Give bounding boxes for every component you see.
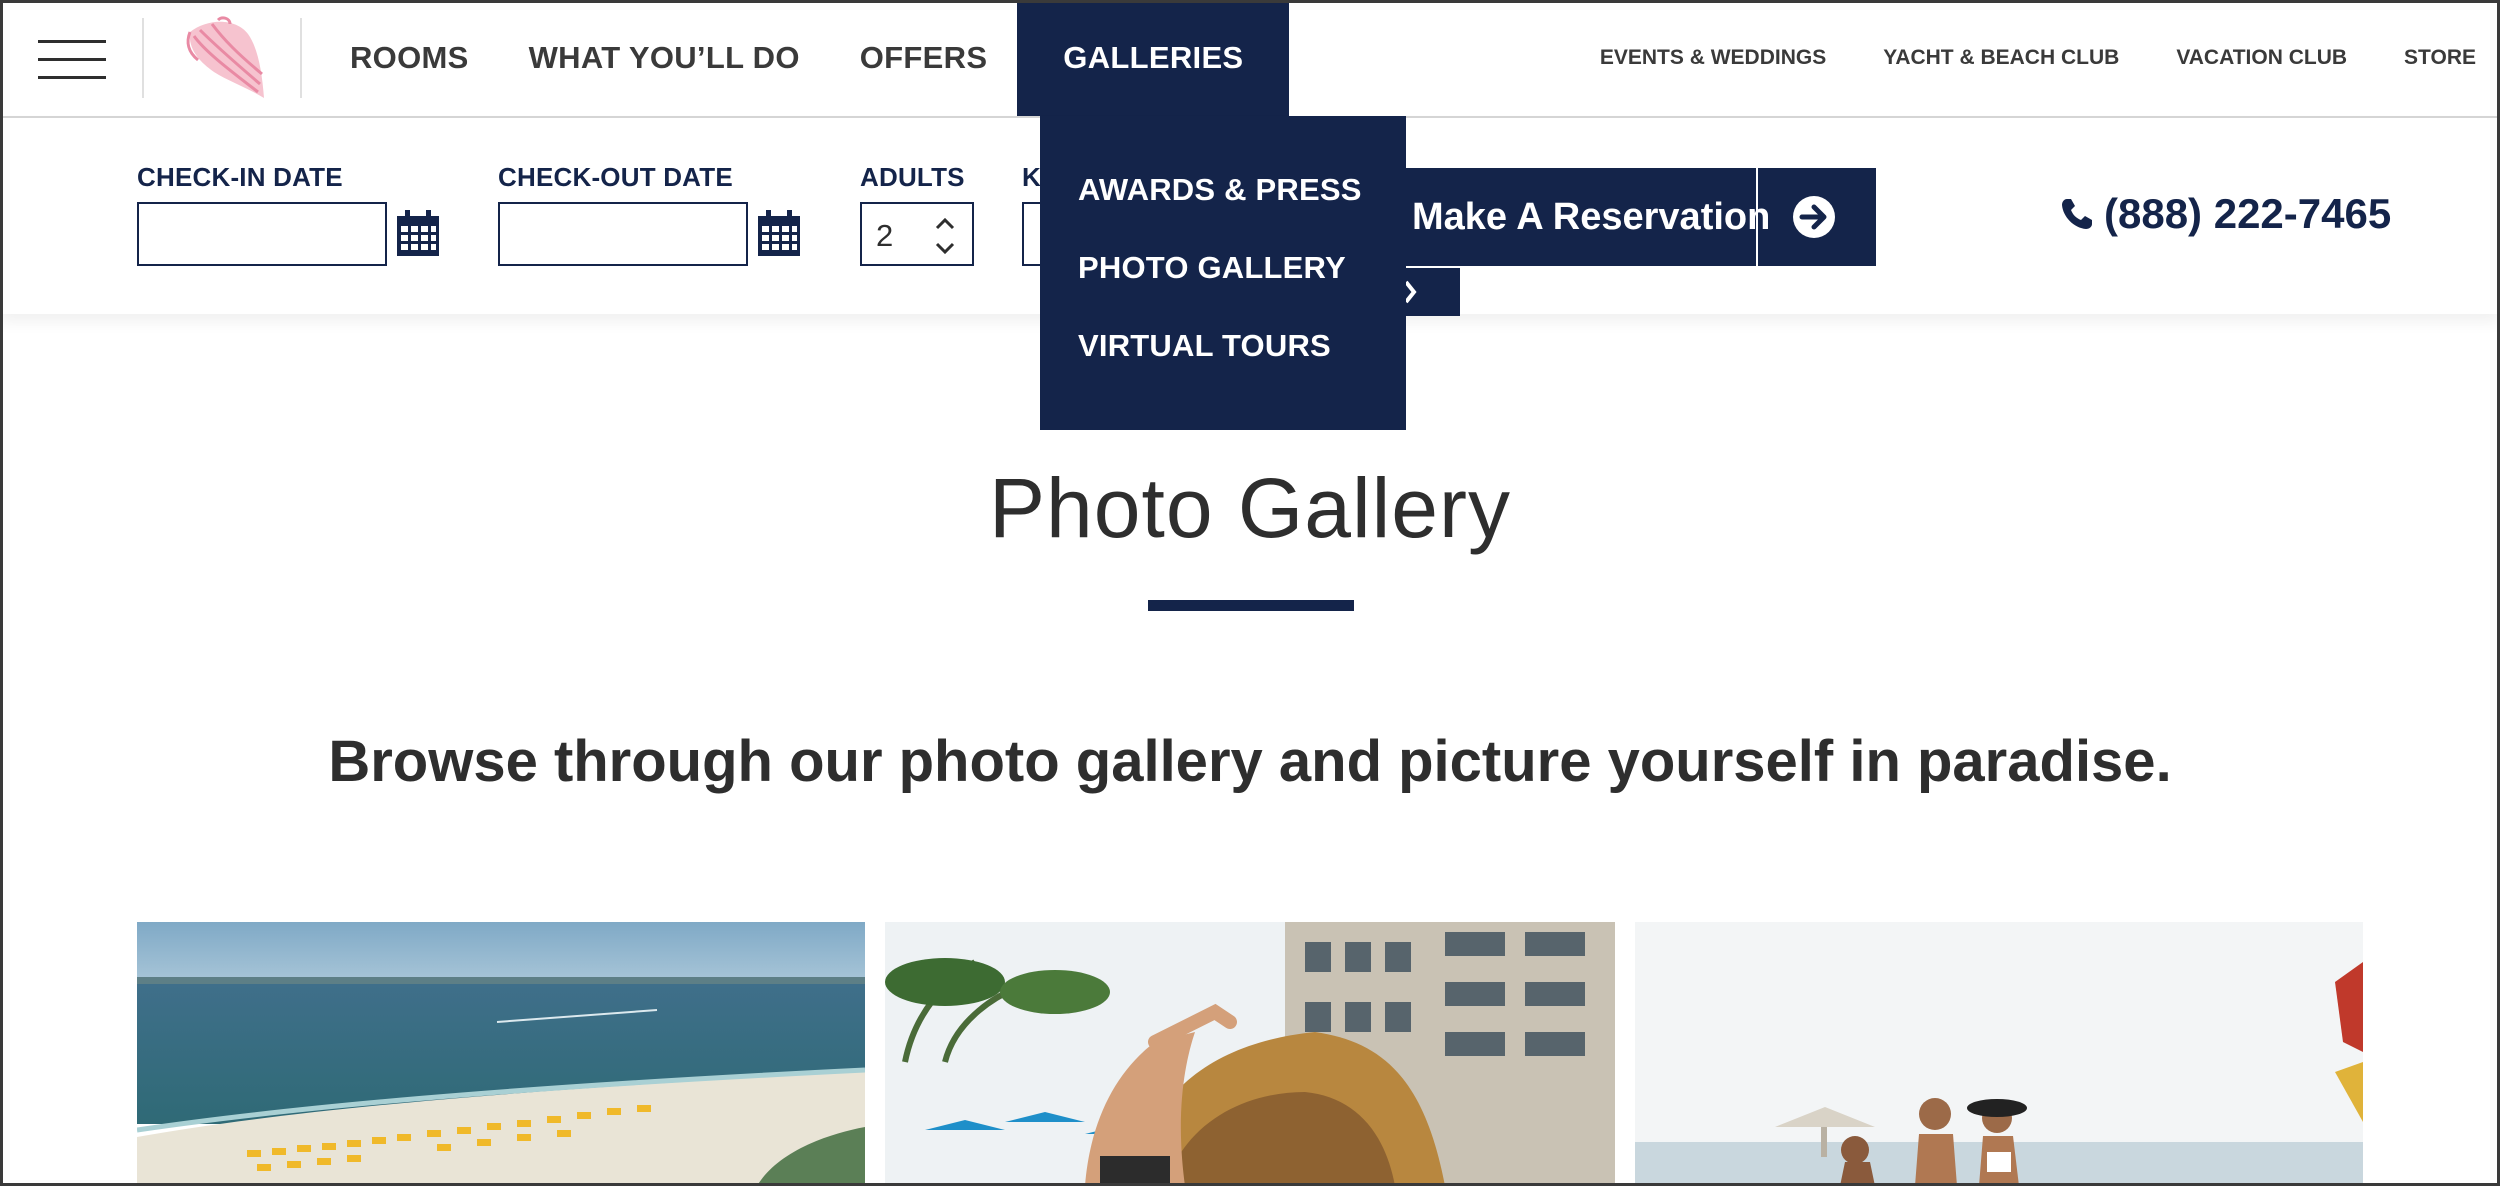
- galleries-dropdown: AWARDS & PRESS PHOTO GALLERY VIRTUAL TOU…: [1040, 116, 1406, 430]
- check-out-label: CHECK-OUT DATE: [498, 162, 733, 192]
- adults-field: ADULTS 2: [860, 162, 974, 266]
- reservation-label: Make A Reservation: [1412, 196, 1771, 238]
- phone-number: (888) 222-7465: [2104, 190, 2392, 237]
- check-in-field: CHECK-IN DATE: [137, 162, 439, 266]
- beach-friends-photo[interactable]: [1635, 922, 2363, 1186]
- calendar-icon[interactable]: [395, 208, 441, 258]
- header-divider: [300, 18, 302, 98]
- menu-photo-gallery[interactable]: PHOTO GALLERY: [1078, 250, 1406, 328]
- util-store[interactable]: STORE: [2404, 46, 2476, 70]
- check-in-label: CHECK-IN DATE: [137, 162, 343, 192]
- phone-icon: [2062, 199, 2092, 229]
- arrow-circle-right-icon: [1793, 196, 1835, 238]
- beach-aerial-photo[interactable]: [137, 922, 865, 1186]
- menu-icon[interactable]: [38, 40, 106, 80]
- button-divider: [1756, 168, 1758, 266]
- adults-label: ADULTS: [860, 162, 965, 192]
- page-subtitle: Browse through our photo gallery and pic…: [328, 729, 2172, 794]
- util-events-weddings[interactable]: EVENTS & WEDDINGS: [1600, 46, 1826, 70]
- nav-what-youll-do[interactable]: WHAT YOU’LL DO: [499, 0, 830, 116]
- check-out-field: CHECK-OUT DATE: [498, 162, 800, 266]
- util-yacht-beach-club[interactable]: YACHT & BEACH CLUB: [1883, 46, 2119, 70]
- check-in-input[interactable]: [137, 202, 387, 266]
- make-reservation-button[interactable]: Make A Reservation: [1372, 168, 1876, 266]
- util-vacation-club[interactable]: VACATION CLUB: [2176, 46, 2347, 70]
- header-divider: [142, 18, 144, 98]
- calendar-icon[interactable]: [756, 208, 802, 258]
- menu-virtual-tours[interactable]: VIRTUAL TOURS: [1078, 328, 1406, 406]
- partial-field: K: [1022, 162, 1082, 266]
- collapsed-tab[interactable]: [1404, 268, 1460, 316]
- site-header: ROOMS WHAT YOU’LL DO OFFERS GALLERIES EV…: [0, 0, 2500, 118]
- pool-waterfall-photo[interactable]: [885, 922, 1615, 1186]
- menu-awards-press[interactable]: AWARDS & PRESS: [1078, 172, 1406, 250]
- conch-shell-logo[interactable]: [178, 16, 268, 102]
- photo-gallery-grid: [137, 922, 2363, 1186]
- check-out-input[interactable]: [498, 202, 748, 266]
- phone-link[interactable]: (888) 222-7465: [2060, 184, 2391, 244]
- partial-label: K: [1022, 162, 1041, 192]
- nav-galleries[interactable]: GALLERIES: [1017, 0, 1290, 116]
- adults-stepper[interactable]: 2: [860, 202, 974, 266]
- adults-value: 2: [876, 218, 894, 253]
- page-title: Photo Gallery: [989, 461, 1511, 555]
- title-underline: [1148, 600, 1354, 611]
- nav-offers[interactable]: OFFERS: [830, 0, 1018, 116]
- utility-nav: EVENTS & WEDDINGS YACHT & BEACH CLUB VAC…: [1600, 0, 2476, 116]
- nav-rooms[interactable]: ROOMS: [320, 0, 499, 116]
- chevron-right-icon: [1404, 280, 1417, 304]
- main-nav: ROOMS WHAT YOU’LL DO OFFERS GALLERIES: [320, 0, 1290, 118]
- stepper-arrows-icon[interactable]: [934, 214, 956, 258]
